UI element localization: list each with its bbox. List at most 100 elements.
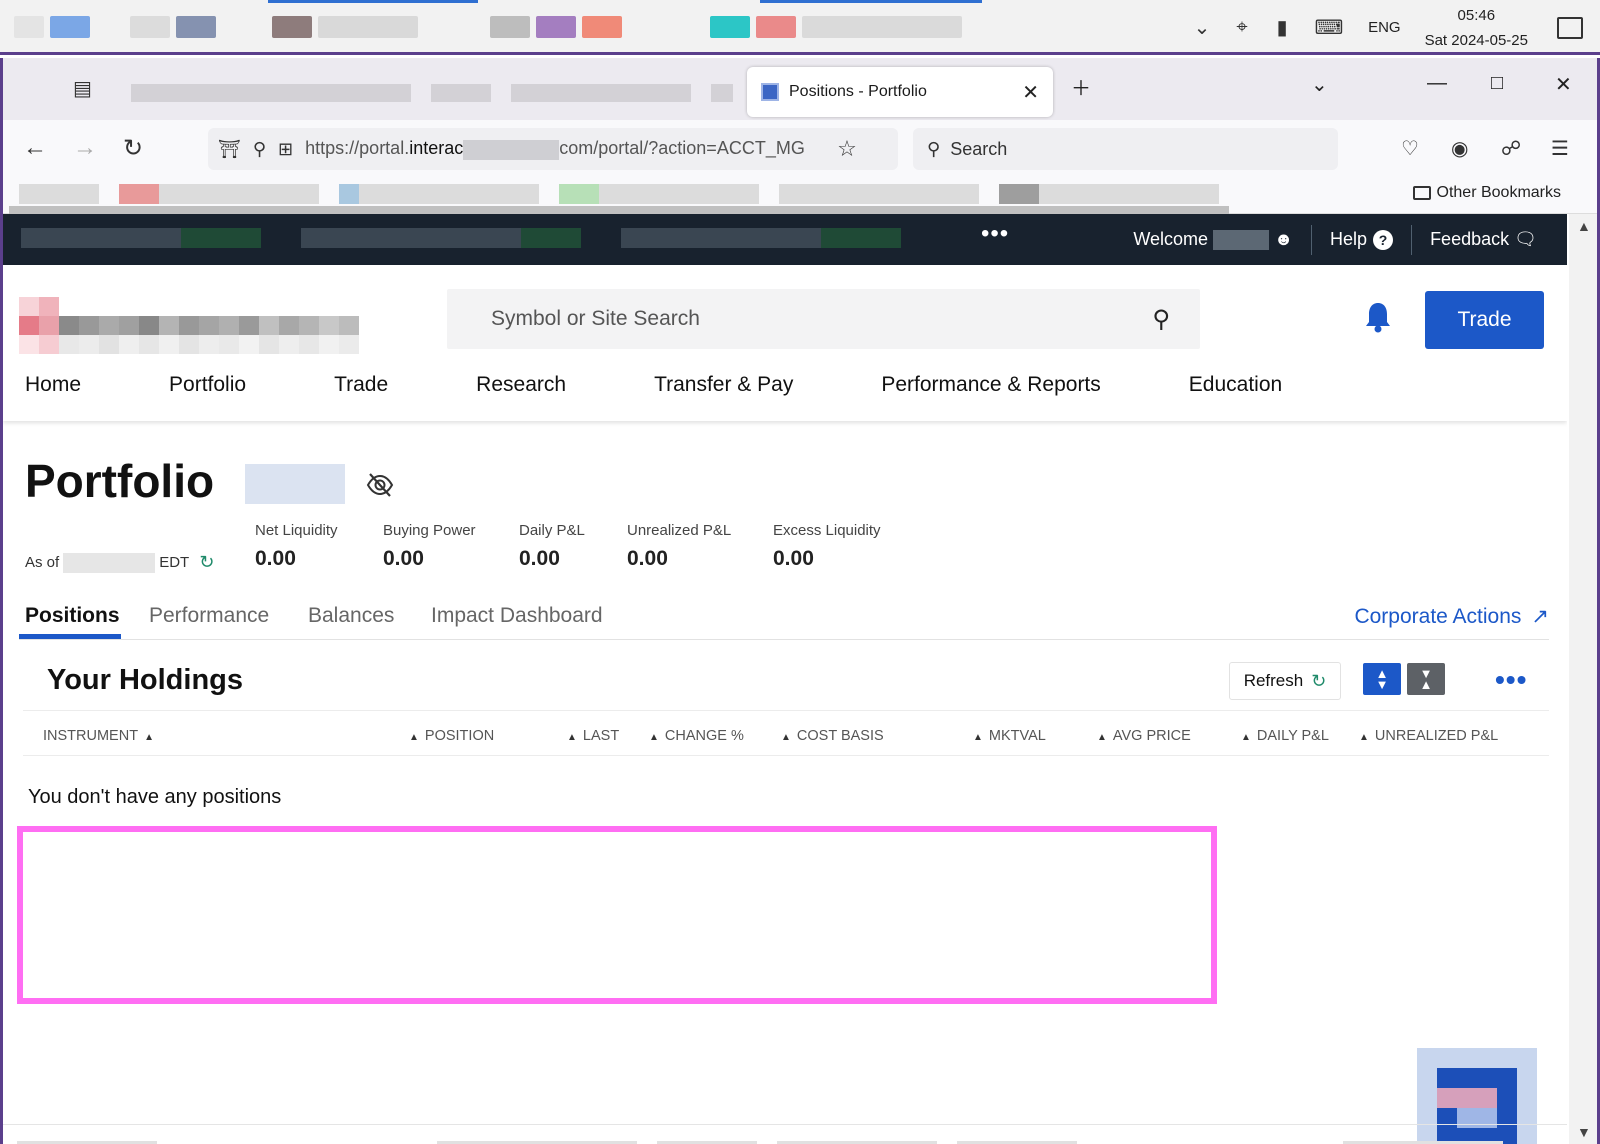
taskbar-app-group[interactable] [490, 6, 622, 48]
nav-trade[interactable]: Trade [334, 373, 388, 397]
account-selector[interactable] [21, 228, 181, 248]
bookmark-item[interactable] [999, 184, 1039, 204]
eye-off-icon[interactable] [365, 470, 395, 500]
feedback-link[interactable]: Feedback 🗨 [1430, 229, 1537, 250]
other-bookmarks[interactable]: Other Bookmarks [1412, 184, 1561, 202]
tab-inactive[interactable] [431, 84, 491, 102]
nav-performance-reports[interactable]: Performance & Reports [881, 373, 1100, 397]
wifi-icon[interactable]: ⌖ [1222, 0, 1262, 55]
tab-inactive[interactable] [711, 84, 733, 102]
tab-inactive[interactable] [511, 84, 691, 102]
more-accounts-icon[interactable]: ••• [981, 220, 1009, 248]
column-header-instrument[interactable]: INSTRUMENT ▲ [43, 728, 160, 744]
nav-transfer-pay[interactable]: Transfer & Pay [654, 373, 793, 397]
new-tab-icon[interactable]: ＋ [1071, 72, 1091, 101]
bookmark-item[interactable] [1039, 184, 1219, 204]
tab-inactive[interactable] [131, 84, 411, 102]
scroll-down-icon[interactable]: ▼ [1577, 1124, 1591, 1140]
sort-icon: ▲ [1359, 732, 1369, 743]
reload-icon[interactable]: ↻ [123, 134, 143, 163]
forward-icon[interactable]: → [73, 134, 97, 162]
account-selector[interactable] [821, 228, 901, 248]
bookmark-item[interactable] [599, 184, 759, 204]
account-selector[interactable] [301, 228, 521, 248]
account-selector[interactable] [521, 228, 581, 248]
tab-performance[interactable]: Performance [149, 604, 269, 628]
notification-icon[interactable] [1540, 0, 1600, 55]
expand-all-button[interactable]: ▲ ▼ [1363, 663, 1401, 695]
tab-overview-icon[interactable]: ▤ [73, 76, 92, 101]
minimize-icon[interactable]: — [1427, 72, 1447, 95]
site-logo[interactable] [19, 297, 359, 355]
tab-impact-dashboard[interactable]: Impact Dashboard [431, 604, 603, 628]
lock-icon[interactable]: ⚲ [253, 139, 266, 160]
more-options-icon[interactable]: ••• [1495, 664, 1527, 696]
bookmark-star-icon[interactable]: ☆ [837, 136, 857, 162]
column-header-daily-pnl[interactable]: ▲ DAILY P&L [1235, 728, 1329, 744]
scroll-up-icon[interactable]: ▲ [1577, 218, 1591, 234]
close-tab-icon[interactable]: ✕ [1022, 80, 1039, 105]
column-header-last[interactable]: ▲ LAST [561, 728, 619, 744]
bookmark-item[interactable] [339, 184, 359, 204]
bookmark-item[interactable] [159, 184, 319, 204]
tab-positions[interactable]: Positions [25, 604, 120, 628]
account-selector[interactable] [181, 228, 261, 248]
account-icon[interactable]: ◉ [1451, 136, 1468, 161]
corporate-actions-link[interactable]: Corporate Actions ↗ [1354, 604, 1549, 629]
back-icon[interactable]: ← [23, 134, 47, 162]
battery-icon[interactable]: ▮ [1262, 0, 1302, 55]
column-header-unrealized-pnl[interactable]: ▲ UNREALIZED P&L [1353, 728, 1498, 744]
clock[interactable]: 05:46 Sat 2024-05-25 [1413, 3, 1540, 53]
tab-active[interactable]: Positions - Portfolio ✕ [747, 67, 1053, 117]
column-header-cost-basis[interactable]: ▲ COST BASIS [775, 728, 884, 744]
taskbar-app-group[interactable] [14, 6, 90, 48]
collapse-all-button[interactable]: ▼ ▲ [1407, 663, 1445, 695]
language-indicator[interactable]: ENG [1356, 19, 1413, 36]
taskbar-app-group[interactable] [130, 6, 216, 48]
bookmark-item[interactable] [559, 184, 599, 204]
url-bar[interactable]: ⛩ ⚲ ⊞ https://portal.interac com/portal/?… [208, 128, 898, 170]
nav-education[interactable]: Education [1189, 373, 1282, 397]
trade-button[interactable]: Trade [1425, 291, 1544, 349]
bookmark-item[interactable] [19, 184, 99, 204]
welcome-menu[interactable]: Welcome ☻ [1133, 229, 1293, 251]
column-header-avg-price[interactable]: ▲ AVG PRICE [1091, 728, 1191, 744]
close-window-icon[interactable]: ✕ [1555, 72, 1572, 97]
permissions-icon[interactable]: ⊞ [278, 139, 293, 160]
bookmark-item[interactable] [119, 184, 159, 204]
nav-home[interactable]: Home [25, 373, 81, 397]
keyboard-icon[interactable]: ⌨ [1302, 0, 1356, 55]
bookmark-item[interactable] [359, 184, 539, 204]
nav-research[interactable]: Research [476, 373, 566, 397]
shield-icon[interactable]: ⛩ [218, 139, 241, 160]
search-icon[interactable]: ⚲ [1152, 305, 1170, 334]
url-text[interactable]: https://portal.interac com/portal/?action… [305, 138, 825, 160]
horizontal-scrollbar[interactable] [9, 206, 1229, 214]
taskbar-app-group[interactable] [272, 6, 418, 48]
browser-search-placeholder: Search [950, 138, 1008, 159]
column-header-mktval[interactable]: ▲ MKTVAL [967, 728, 1046, 744]
metric-value: 0.00 [255, 547, 296, 570]
tab-balances[interactable]: Balances [308, 604, 394, 628]
extensions-icon[interactable]: ☍ [1501, 136, 1521, 161]
taskbar-app-group[interactable] [710, 6, 962, 48]
refresh-button[interactable]: Refresh ↻ [1229, 662, 1341, 700]
vertical-scrollbar[interactable]: ▲ ▼ [1569, 214, 1597, 1144]
bookmark-item[interactable] [779, 184, 979, 204]
symbol-search-input[interactable]: Symbol or Site Search ⚲ [447, 289, 1200, 349]
menu-icon[interactable]: ☰ [1551, 136, 1569, 161]
pocket-icon[interactable]: ♡ [1401, 136, 1419, 161]
tab-list-chevron-icon[interactable]: ⌄ [1311, 72, 1328, 97]
column-header-change[interactable]: ▲ CHANGE % [643, 728, 744, 744]
nav-portfolio[interactable]: Portfolio [169, 373, 246, 397]
account-selector[interactable] [621, 228, 821, 248]
refresh-icon[interactable]: ↻ [199, 552, 214, 573]
help-icon: ? [1373, 230, 1394, 250]
maximize-icon[interactable]: □ [1491, 72, 1503, 95]
browser-search-bar[interactable]: ⚲ Search [913, 128, 1338, 170]
column-header-position[interactable]: ▲ POSITION [403, 728, 494, 744]
bell-icon[interactable] [1363, 301, 1393, 333]
help-link[interactable]: Help? [1330, 229, 1394, 250]
metric-label: Buying Power [383, 522, 476, 539]
chevron-down-icon[interactable]: ⌄ [1182, 0, 1222, 55]
